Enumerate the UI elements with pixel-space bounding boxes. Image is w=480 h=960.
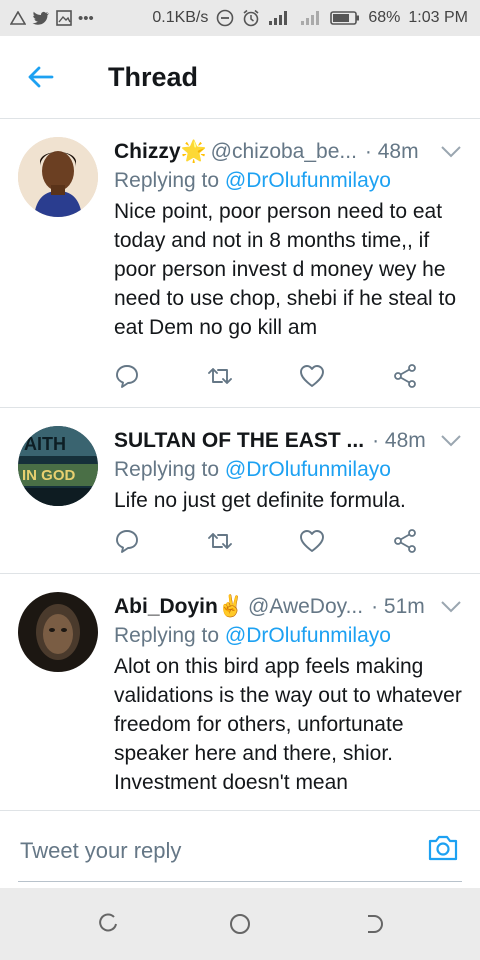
tweet-header: Chizzy🌟 @chizoba_be... · 48m (114, 137, 462, 167)
status-bar: ••• 0.1KB/s 68% 1:03 PM (0, 0, 480, 36)
replying-to: Replying to @DrOlufunmilayo (114, 624, 462, 648)
avatar[interactable] (18, 137, 98, 217)
more-notifications-icon: ••• (78, 9, 94, 27)
chevron-down-icon[interactable] (440, 434, 462, 448)
tweet-text: Nice point, poor person need to eat toda… (114, 200, 457, 339)
tweet-body: Chizzy🌟 @chizoba_be... · 48m Replying to… (114, 137, 462, 342)
tweet[interactable]: AITH IN GOD SULTAN OF THE EAST ... · 48m… (0, 408, 480, 574)
replying-to-handle[interactable]: @DrOlufunmilayo (225, 169, 391, 192)
replying-to-label: Replying to (114, 458, 220, 481)
camera-icon[interactable] (426, 831, 460, 865)
battery-level: 68% (368, 9, 401, 26)
tweet-header: SULTAN OF THE EAST ... · 48m (114, 426, 462, 456)
chevron-down-icon[interactable] (440, 145, 462, 159)
tweet-body: SULTAN OF THE EAST ... · 48m Replying to… (114, 426, 462, 515)
tweet-actions (114, 528, 418, 554)
tweet-text: Alot on this bird app feels making valid… (114, 655, 462, 794)
avatar[interactable] (18, 592, 98, 672)
avatar-text: IN GOD (22, 467, 76, 484)
reply-input[interactable] (18, 837, 402, 865)
share-icon[interactable] (392, 363, 418, 389)
back-arrow-icon[interactable] (26, 63, 54, 91)
triangle-icon (10, 11, 26, 25)
tweet-body: Abi_Doyin✌ @AweDoy... · 51m Replying to … (114, 592, 462, 797)
svg-text:AITH: AITH (24, 434, 66, 454)
network-speed: 0.1KB/s (152, 9, 209, 26)
twitter-bird-icon (32, 11, 49, 25)
battery-icon (330, 11, 360, 25)
chevron-down-icon[interactable] (440, 600, 462, 614)
author-handle[interactable]: @chizoba_be... (211, 140, 357, 164)
author-handle[interactable]: @AweDoy... (248, 595, 363, 619)
reply-composer (0, 810, 480, 889)
replying-to-handle[interactable]: @DrOlufunmilayo (225, 458, 391, 481)
clock: 1:03 PM (408, 9, 468, 26)
tweet-time: · 51m (371, 595, 425, 618)
share-icon[interactable] (392, 528, 418, 554)
status-bar-notifications: ••• (0, 10, 94, 27)
alarm-icon (243, 9, 259, 27)
author-name[interactable]: SULTAN OF THE EAST ... (114, 429, 364, 453)
replying-to-label: Replying to (114, 169, 220, 192)
retweet-icon[interactable] (207, 363, 233, 389)
author-name[interactable]: Chizzy🌟 (114, 140, 207, 164)
reply-icon[interactable] (114, 363, 140, 389)
retweet-icon[interactable] (207, 528, 233, 554)
page-title: Thread (108, 61, 199, 92)
replying-to: Replying to @DrOlufunmilayo (114, 169, 462, 193)
signal-2-icon (301, 11, 320, 25)
tweet-time: · 48m (364, 140, 419, 163)
tweet[interactable]: Abi_Doyin✌ @AweDoy... · 51m Replying to … (0, 574, 480, 809)
back-nav-icon[interactable] (362, 912, 386, 936)
recent-apps-icon[interactable] (96, 912, 120, 936)
replying-to: Replying to @DrOlufunmilayo (114, 458, 462, 482)
avatar[interactable]: AITH IN GOD (18, 426, 98, 506)
tweet-time: · 48m (372, 429, 426, 452)
tweet-actions (114, 363, 418, 389)
like-heart-icon[interactable] (299, 363, 325, 389)
image-icon (56, 10, 72, 26)
reply-icon[interactable] (114, 528, 140, 554)
replying-to-handle[interactable]: @DrOlufunmilayo (225, 624, 391, 647)
do-not-disturb-icon (217, 9, 234, 27)
tweet[interactable]: Chizzy🌟 @chizoba_be... · 48m Replying to… (0, 119, 480, 408)
system-nav-bar (0, 888, 480, 960)
input-underline (18, 881, 462, 882)
status-bar-system: 0.1KB/s 68% 1:03 PM (152, 9, 480, 27)
like-heart-icon[interactable] (299, 528, 325, 554)
tweet-header: Abi_Doyin✌ @AweDoy... · 51m (114, 592, 462, 622)
thread-feed[interactable]: Chizzy🌟 @chizoba_be... · 48m Replying to… (0, 119, 480, 809)
home-icon[interactable] (228, 912, 252, 936)
tweet-text: Life no just get definite formula. (114, 489, 406, 512)
signal-icon (269, 11, 288, 25)
app-bar: Thread (0, 36, 480, 119)
author-name[interactable]: Abi_Doyin✌ (114, 595, 244, 619)
replying-to-label: Replying to (114, 624, 220, 647)
